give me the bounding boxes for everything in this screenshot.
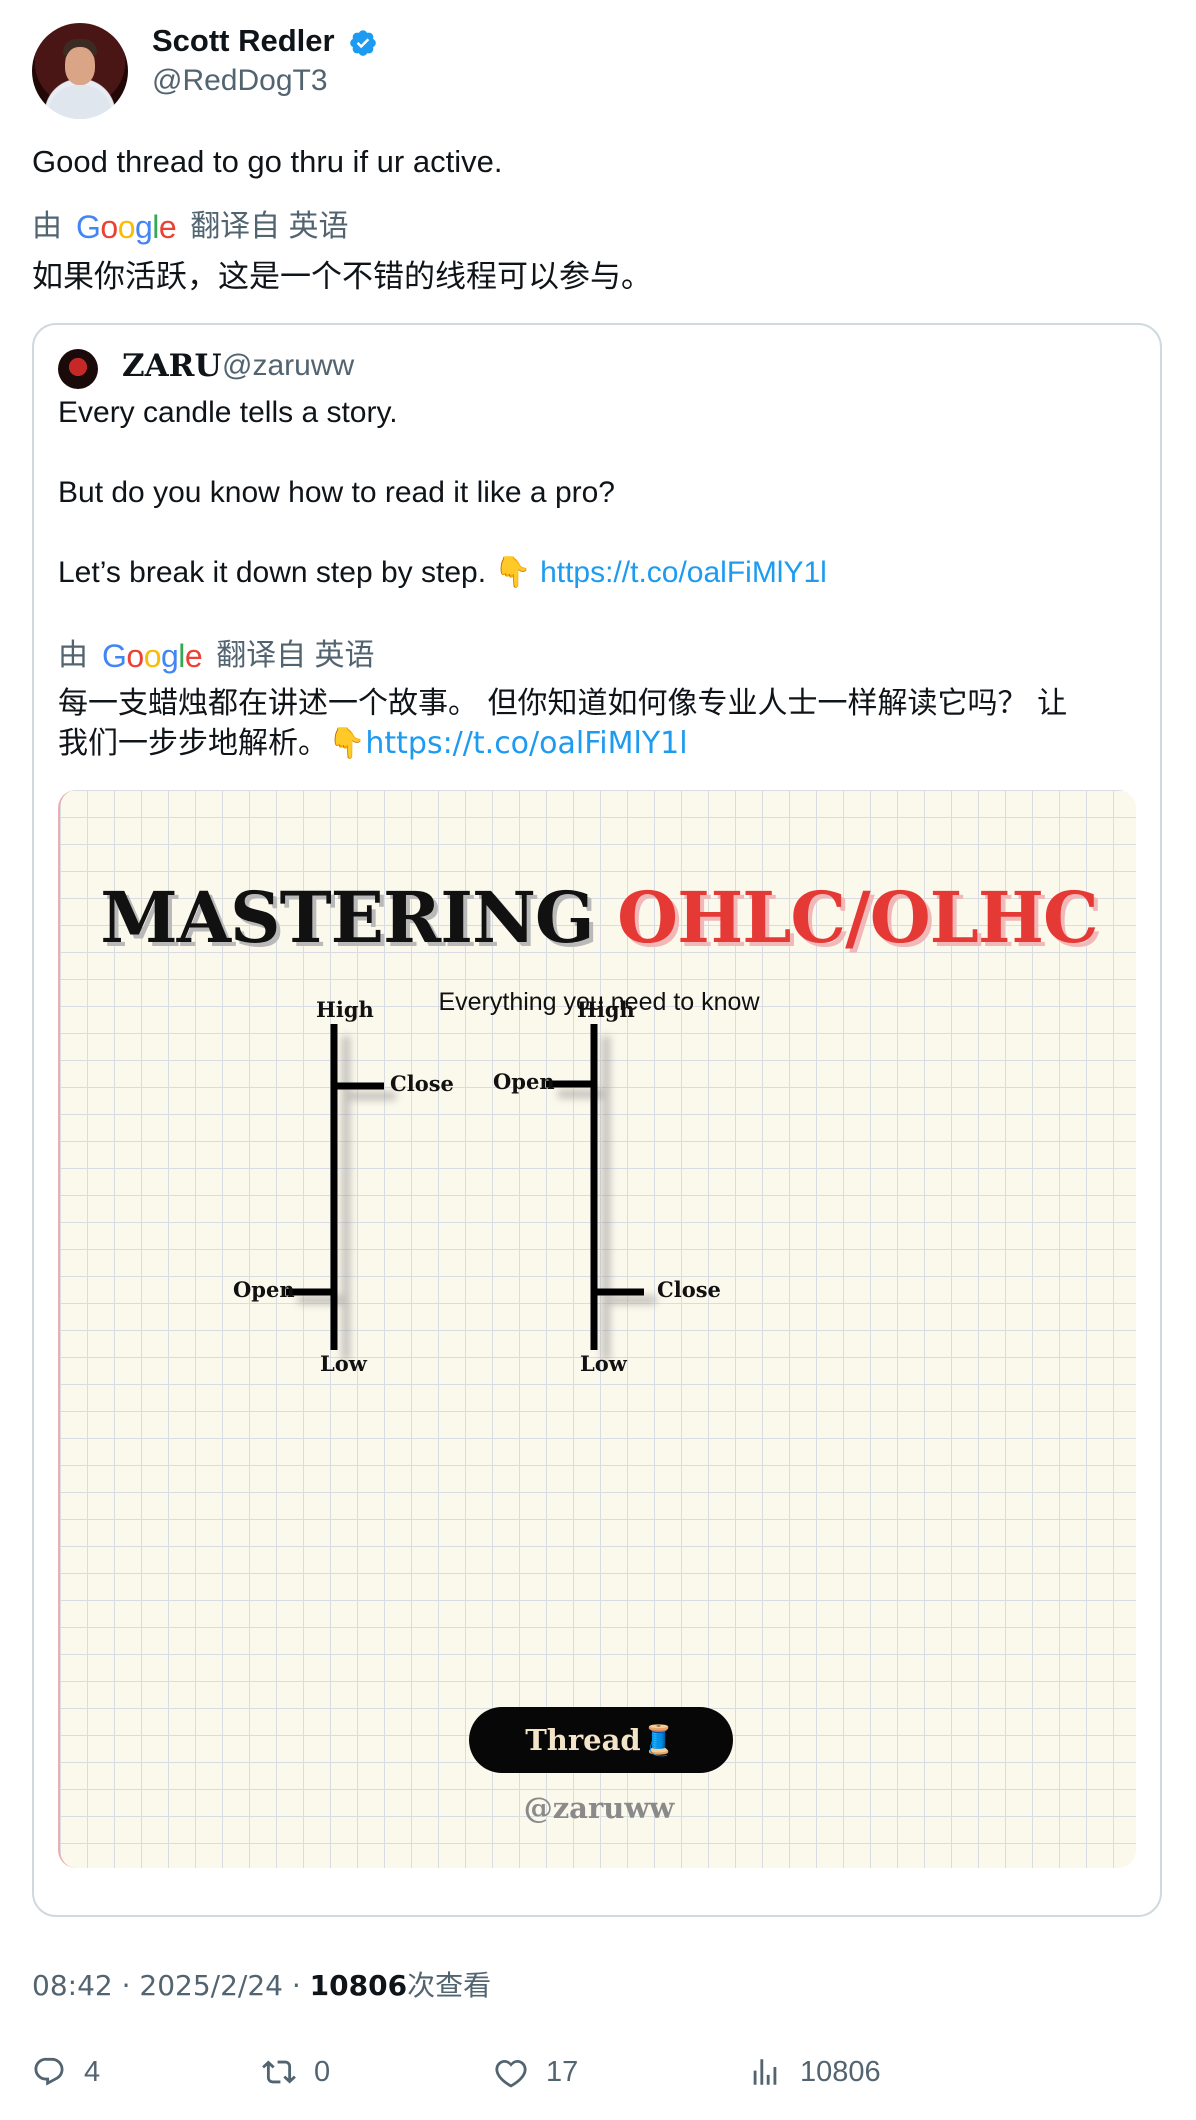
view-count-suffix: 次查看 — [407, 1969, 492, 2002]
tweet-time[interactable]: 08:42 · 2025/2/24 · — [32, 1969, 310, 2002]
google-logo: Google — [102, 638, 203, 674]
author-display-name[interactable]: Scott Redler — [152, 22, 335, 60]
quoted-author-handle: @zaruww — [222, 349, 355, 382]
quoted-link[interactable]: https://t.co/oalFiMlY1l — [540, 556, 827, 589]
left-high-label: High — [316, 997, 374, 1022]
quoted-text-line-1: Every candle tells a story. — [58, 396, 398, 429]
like-button[interactable]: 17 — [494, 2052, 578, 2092]
views-button[interactable]: 10806 — [748, 2052, 881, 2092]
quoted-translated-by-prefix: 由 — [58, 639, 88, 672]
translated-by-google: 由 Google 翻译自 英语 — [32, 207, 349, 247]
retweet-button[interactable]: 0 — [262, 2052, 330, 2092]
quoted-author-avatar[interactable] — [58, 349, 98, 389]
translated-by-suffix: 翻译自 英语 — [190, 210, 349, 243]
reply-button[interactable]: 4 — [32, 2052, 100, 2092]
quoted-translation: 每一支蜡烛都在讲述一个故事。 但你知道如何像专业人士一样解读它吗？ 让 我们一步… — [58, 684, 1138, 764]
verified-badge-icon — [350, 30, 376, 56]
author-handle[interactable]: @RedDogT3 — [152, 62, 328, 100]
quoted-media-image[interactable]: MASTERING OHLC/OLHC Everything you need … — [58, 790, 1136, 1868]
right-close-label: Close — [657, 1277, 721, 1302]
reply-count: 4 — [84, 2056, 101, 2088]
retweet-count: 0 — [314, 2056, 331, 2088]
quoted-translation-line-2: 我们一步步地解析。👇https://t.co/oalFiMlY1l — [58, 726, 688, 761]
quoted-translated-by-suffix: 翻译自 英语 — [216, 639, 375, 672]
left-open-label: Open — [233, 1277, 295, 1302]
quoted-text-line-2: But do you know how to read it like a pr… — [58, 476, 615, 509]
google-logo: Google — [76, 209, 177, 245]
translated-by-prefix: 由 — [32, 210, 62, 243]
quoted-text-line-3: Let’s break it down step by step. 👇 http… — [58, 553, 827, 593]
like-count: 17 — [546, 2056, 579, 2088]
views-chart-icon — [753, 2059, 777, 2085]
right-open-label: Open — [493, 1069, 555, 1094]
left-low-label: Low — [320, 1351, 367, 1376]
quoted-translated-by-google: 由 Google 翻译自 英语 — [58, 636, 375, 676]
quoted-translation-link[interactable]: https://t.co/oalFiMlY1l — [365, 726, 687, 761]
view-count: 10806 — [309, 1969, 408, 2002]
tweet-text: Good thread to go thru if ur active. — [32, 144, 503, 179]
quoted-translation-line-1: 每一支蜡烛都在讲述一个故事。 但你知道如何像专业人士一样解读它吗？ 让 — [58, 686, 1068, 721]
tweet-meta: 08:42 · 2025/2/24 · 10806次查看 — [32, 1966, 491, 2006]
retweet-icon — [262, 2060, 296, 2084]
views-count: 10806 — [800, 2056, 881, 2088]
heart-icon — [495, 2059, 527, 2088]
thread-pill: Thread🧵 — [469, 1707, 733, 1773]
author-avatar[interactable] — [32, 23, 128, 119]
image-watermark: @zaruww — [523, 1791, 675, 1825]
left-close-label: Close — [390, 1071, 454, 1096]
tweet-translation: 如果你活跃，这是一个不错的线程可以参与。 — [32, 259, 652, 295]
reply-icon — [34, 2057, 64, 2086]
right-low-label: Low — [580, 1351, 627, 1376]
quoted-author-name: ZARU — [122, 348, 222, 384]
right-high-label: High — [577, 997, 635, 1022]
quoted-text-line-3-text: Let’s break it down step by step. 👇 — [58, 556, 532, 589]
